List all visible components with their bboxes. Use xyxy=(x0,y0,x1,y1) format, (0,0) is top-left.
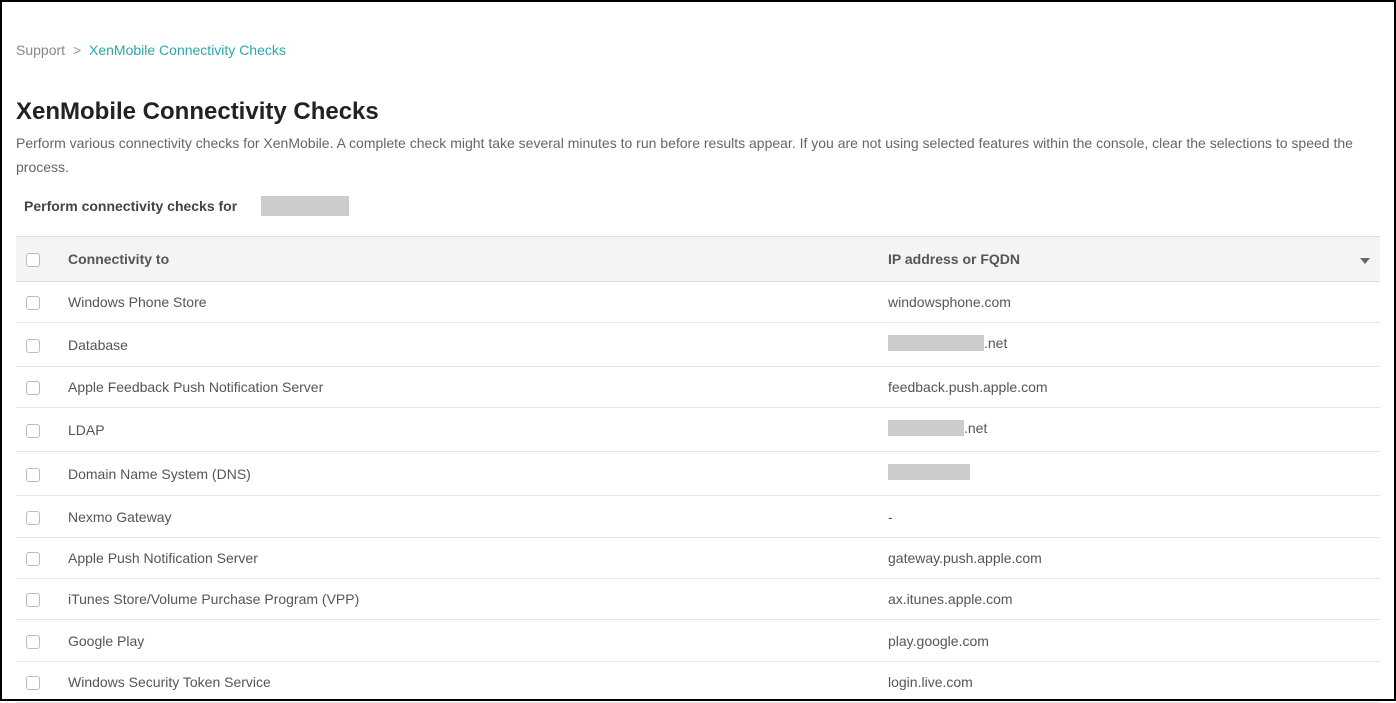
select-all-checkbox[interactable] xyxy=(26,253,40,267)
row-ip: ax.itunes.apple.com xyxy=(878,579,1380,620)
row-ip: .net xyxy=(878,408,1380,452)
table-row: LDAP .net xyxy=(16,408,1380,452)
ip-suffix: .net xyxy=(964,420,987,436)
row-ip: login.live.com xyxy=(878,661,1380,702)
table-row: Windows Security Token Servicelogin.live… xyxy=(16,661,1380,702)
perform-label: Perform connectivity checks for xyxy=(16,198,237,214)
table-row: Apple Push Notification Servergateway.pu… xyxy=(16,537,1380,578)
table-row: Database .net xyxy=(16,323,1380,367)
header-select-all[interactable] xyxy=(16,236,58,281)
row-ip: - xyxy=(878,496,1380,537)
row-connectivity-name: Nexmo Gateway xyxy=(58,496,878,537)
row-ip: play.google.com xyxy=(878,620,1380,661)
header-connectivity[interactable]: Connectivity to xyxy=(58,236,878,281)
header-ip[interactable]: IP address or FQDN xyxy=(878,236,1350,281)
row-checkbox-cell[interactable] xyxy=(16,367,58,408)
ip-suffix: .net xyxy=(984,335,1007,351)
redacted-ip xyxy=(888,464,970,480)
row-ip xyxy=(878,452,1380,496)
row-connectivity-name: Apple Push Notification Server xyxy=(58,537,878,578)
row-connectivity-name: Windows Security Token Service xyxy=(58,661,878,702)
row-checkbox[interactable] xyxy=(26,339,40,353)
row-checkbox[interactable] xyxy=(26,468,40,482)
row-checkbox-cell[interactable] xyxy=(16,323,58,367)
chevron-down-icon xyxy=(1360,258,1370,264)
row-checkbox[interactable] xyxy=(26,635,40,649)
redacted-ip xyxy=(888,335,984,351)
row-checkbox-cell[interactable] xyxy=(16,408,58,452)
row-connectivity-name: Apple Feedback Push Notification Server xyxy=(58,367,878,408)
row-ip: feedback.push.apple.com xyxy=(878,367,1380,408)
redacted-ip xyxy=(888,420,964,436)
breadcrumb-separator: > xyxy=(73,42,81,58)
row-connectivity-name: iTunes Store/Volume Purchase Program (VP… xyxy=(58,579,878,620)
header-expand[interactable] xyxy=(1350,236,1380,281)
row-checkbox-cell[interactable] xyxy=(16,281,58,322)
row-checkbox-cell[interactable] xyxy=(16,452,58,496)
table-row: Apple Feedback Push Notification Serverf… xyxy=(16,367,1380,408)
row-checkbox[interactable] xyxy=(26,676,40,690)
breadcrumb-current[interactable]: XenMobile Connectivity Checks xyxy=(89,42,286,58)
row-ip: windowsphone.com xyxy=(878,281,1380,322)
row-checkbox[interactable] xyxy=(26,593,40,607)
page-title: XenMobile Connectivity Checks xyxy=(16,98,1380,126)
row-checkbox-cell[interactable] xyxy=(16,620,58,661)
row-checkbox[interactable] xyxy=(26,381,40,395)
row-ip: gateway.push.apple.com xyxy=(878,537,1380,578)
row-connectivity-name: Database xyxy=(58,323,878,367)
connectivity-table: Connectivity to IP address or FQDN Windo… xyxy=(16,236,1380,703)
row-checkbox[interactable] xyxy=(26,424,40,438)
row-ip: .net xyxy=(878,323,1380,367)
table-row: Domain Name System (DNS) xyxy=(16,452,1380,496)
perform-row: Perform connectivity checks for xyxy=(16,190,1380,222)
row-checkbox[interactable] xyxy=(26,296,40,310)
row-connectivity-name: Windows Phone Store xyxy=(58,281,878,322)
row-checkbox-cell[interactable] xyxy=(16,537,58,578)
row-checkbox-cell[interactable] xyxy=(16,496,58,537)
perform-target-redacted[interactable] xyxy=(261,196,349,216)
row-connectivity-name: Google Play xyxy=(58,620,878,661)
table-row: Google Playplay.google.com xyxy=(16,620,1380,661)
page-description: Perform various connectivity checks for … xyxy=(16,132,1380,180)
row-checkbox[interactable] xyxy=(26,552,40,566)
breadcrumb-parent[interactable]: Support xyxy=(16,42,65,58)
row-checkbox-cell[interactable] xyxy=(16,661,58,702)
row-connectivity-name: Domain Name System (DNS) xyxy=(58,452,878,496)
row-checkbox[interactable] xyxy=(26,511,40,525)
breadcrumb: Support > XenMobile Connectivity Checks xyxy=(16,18,1380,58)
table-row: Nexmo Gateway- xyxy=(16,496,1380,537)
row-checkbox-cell[interactable] xyxy=(16,579,58,620)
table-row: iTunes Store/Volume Purchase Program (VP… xyxy=(16,579,1380,620)
row-connectivity-name: LDAP xyxy=(58,408,878,452)
table-row: Windows Phone Storewindowsphone.com xyxy=(16,281,1380,322)
